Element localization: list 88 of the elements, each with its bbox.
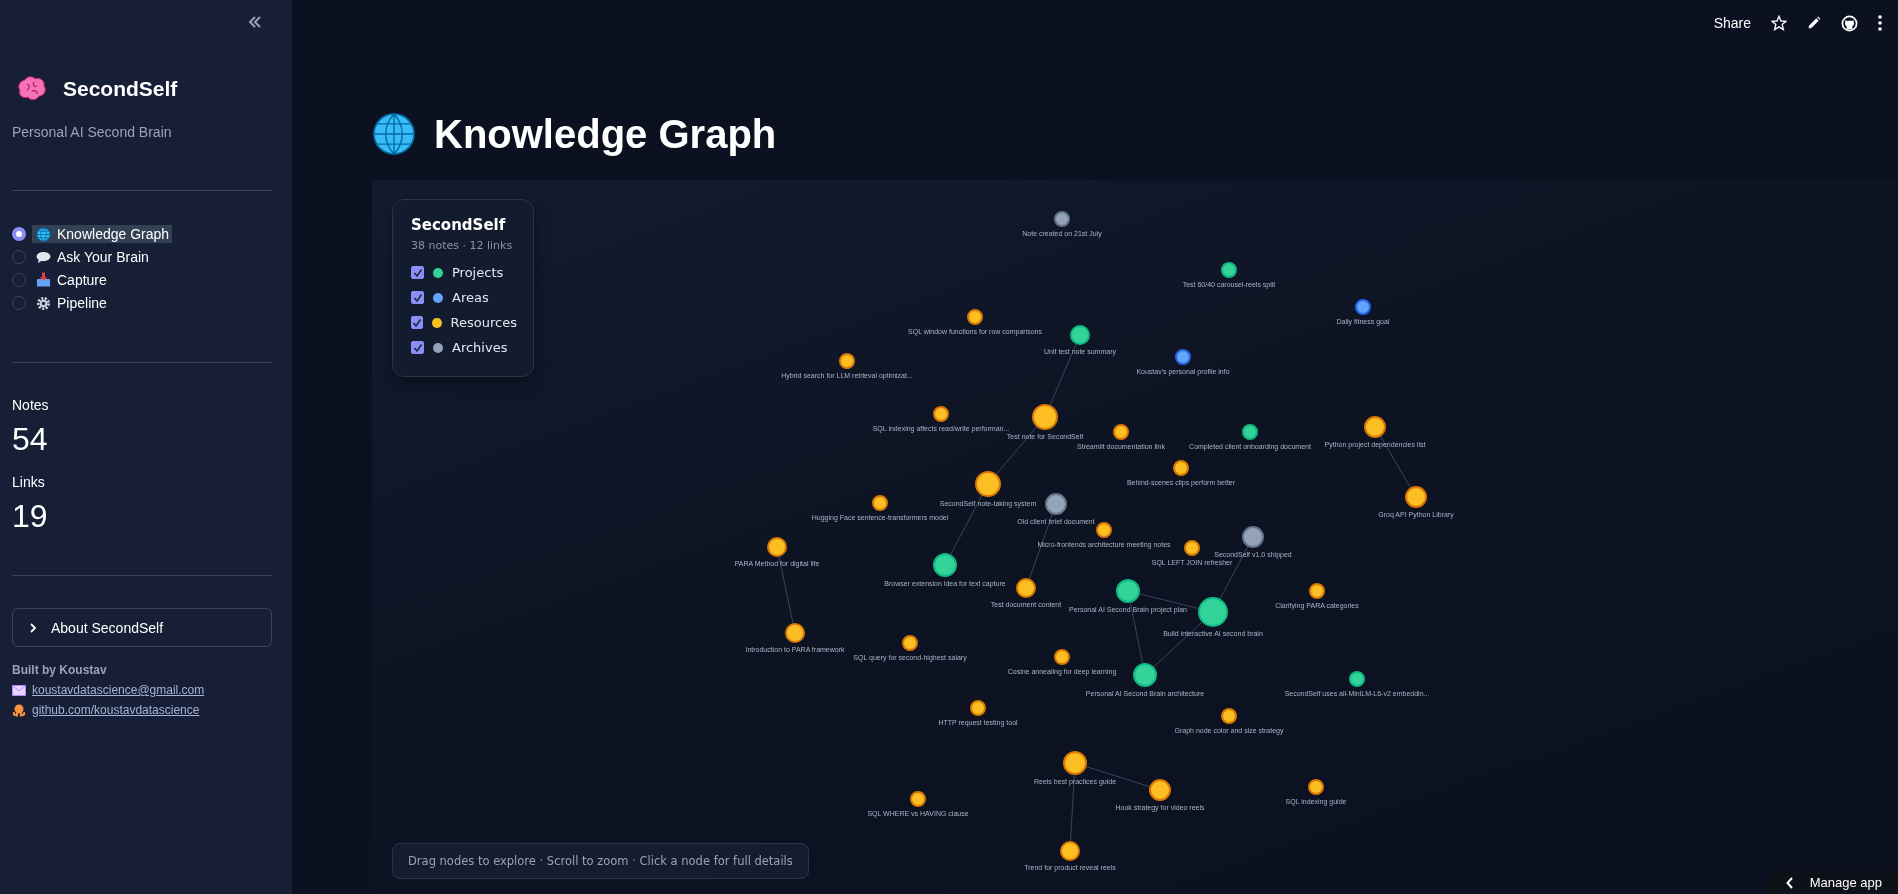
nav-radio-item[interactable]: Ask Your Brain xyxy=(12,248,272,266)
metric-label: Links xyxy=(12,474,46,490)
octopus-icon xyxy=(12,703,26,717)
contact-link[interactable]: koustavdatascience@gmail.com xyxy=(32,683,205,697)
graph-node[interactable] xyxy=(1032,404,1058,430)
graph-node[interactable] xyxy=(933,553,957,577)
graph-node[interactable] xyxy=(902,635,918,651)
graph-node[interactable] xyxy=(910,791,926,807)
graph-node[interactable] xyxy=(975,471,1001,497)
category-label: Areas xyxy=(452,290,489,305)
graph-node[interactable] xyxy=(1060,841,1080,861)
graph-node[interactable] xyxy=(1175,349,1191,365)
hint-bar: Drag nodes to explore · Scroll to zoom · Click a node for full details xyxy=(392,843,809,879)
graph-node[interactable] xyxy=(1221,708,1237,724)
legend-subtitle: 38 notes · 12 links xyxy=(411,239,514,252)
brain-icon xyxy=(17,76,47,102)
gear-icon xyxy=(36,295,51,311)
graph-node[interactable] xyxy=(1054,649,1070,665)
github-icon[interactable] xyxy=(1841,14,1858,32)
graph-node[interactable] xyxy=(1242,526,1264,548)
checkbox[interactable] xyxy=(411,291,424,304)
more-menu-icon[interactable] xyxy=(1878,15,1882,31)
graph-node[interactable] xyxy=(1173,460,1189,476)
graph-node[interactable] xyxy=(933,406,949,422)
pencil-icon[interactable] xyxy=(1807,16,1821,30)
app-subtitle: Personal AI Second Brain xyxy=(12,124,173,140)
graph-node[interactable] xyxy=(1116,579,1140,603)
star-icon[interactable] xyxy=(1771,15,1787,31)
graph-node[interactable] xyxy=(1198,597,1228,627)
radio-button[interactable] xyxy=(12,227,26,241)
nav-radio-item[interactable]: Pipeline xyxy=(12,294,272,312)
chevron-icon xyxy=(29,622,37,633)
graph-node[interactable] xyxy=(1045,493,1067,515)
graph-node[interactable] xyxy=(1184,540,1200,556)
speech-bubble-icon xyxy=(36,250,51,264)
checkbox[interactable] xyxy=(411,316,424,329)
radio-button[interactable] xyxy=(12,250,26,264)
metric-label: Notes xyxy=(12,397,50,413)
envelope-icon xyxy=(12,684,26,696)
graph-node[interactable] xyxy=(839,353,855,369)
graph-node[interactable] xyxy=(1405,486,1427,508)
graph-node[interactable] xyxy=(1096,522,1112,538)
graph-node[interactable] xyxy=(1016,578,1036,598)
graph-node[interactable] xyxy=(1133,663,1157,687)
double-chevron-icon xyxy=(248,16,262,28)
chevron-icon xyxy=(1785,876,1794,889)
graph-node[interactable] xyxy=(1309,583,1325,599)
inbox-tray-icon xyxy=(36,272,51,288)
legend-title: SecondSelf xyxy=(411,216,507,234)
share-button[interactable]: Share xyxy=(1713,15,1751,31)
manage-app-button[interactable]: Manage app xyxy=(1767,871,1898,894)
graph-node[interactable] xyxy=(1364,416,1386,438)
graph-node[interactable] xyxy=(970,700,986,716)
metric-value: 54 xyxy=(12,421,49,458)
app-title: SecondSelf xyxy=(63,77,178,101)
graph-node[interactable] xyxy=(1063,751,1087,775)
page-title: Knowledge Graph xyxy=(434,111,777,157)
globe-icon xyxy=(36,226,51,242)
nav-label: Knowledge Graph xyxy=(57,226,170,242)
graph-node[interactable] xyxy=(1221,262,1237,278)
graph-node[interactable] xyxy=(1308,779,1324,795)
graph-node[interactable] xyxy=(785,623,805,643)
category-label: Archives xyxy=(452,340,508,355)
graph-node[interactable] xyxy=(1242,424,1258,440)
graph-node[interactable] xyxy=(1070,325,1090,345)
graph-node[interactable] xyxy=(1149,779,1171,801)
globe-icon xyxy=(372,112,416,156)
radio-button[interactable] xyxy=(12,273,26,287)
metric-value: 19 xyxy=(12,498,49,535)
credit-text: Built by Koustav xyxy=(12,663,108,677)
nav-radio-item[interactable]: Capture xyxy=(12,271,272,289)
graph-node[interactable] xyxy=(872,495,888,511)
nav-label: Ask Your Brain xyxy=(57,249,149,265)
nav-label: Pipeline xyxy=(57,295,107,311)
category-label: Resources xyxy=(450,315,517,330)
graph-node[interactable] xyxy=(1113,424,1129,440)
graph-node[interactable] xyxy=(1054,211,1070,227)
nav-label: Capture xyxy=(57,272,107,288)
graph-node[interactable] xyxy=(1355,299,1371,315)
graph-node[interactable] xyxy=(767,537,787,557)
category-label: Projects xyxy=(452,265,504,280)
about-expander[interactable]: About SecondSelf xyxy=(12,608,272,647)
contact-link[interactable]: github.com/koustavdatascience xyxy=(32,703,200,717)
graph-node[interactable] xyxy=(1349,671,1365,687)
radio-button[interactable] xyxy=(12,296,26,310)
checkbox[interactable] xyxy=(411,266,424,279)
checkbox[interactable] xyxy=(411,341,424,354)
graph-node[interactable] xyxy=(967,309,983,325)
